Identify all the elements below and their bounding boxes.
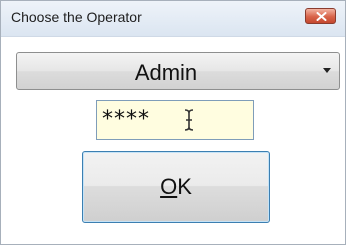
password-field-value: ****: [102, 107, 150, 132]
ok-button[interactable]: OK: [82, 151, 270, 223]
close-button[interactable]: [305, 8, 336, 24]
window-title: Choose the Operator: [11, 9, 142, 25]
operator-select-value: Admin: [134, 60, 198, 85]
close-icon: [316, 12, 327, 21]
ok-button-label: OK: [83, 174, 269, 200]
password-field[interactable]: ****: [96, 100, 254, 140]
operator-select[interactable]: Admin: [16, 52, 340, 90]
operator-dialog: Choose the Operator Admin **** OK: [0, 0, 346, 245]
chevron-down-icon: [323, 68, 331, 73]
title-bar: Choose the Operator: [1, 1, 345, 37]
ok-button-mnemonic: O: [160, 174, 178, 199]
text-cursor-icon: [184, 109, 194, 131]
ok-button-label-rest: K: [177, 174, 192, 199]
